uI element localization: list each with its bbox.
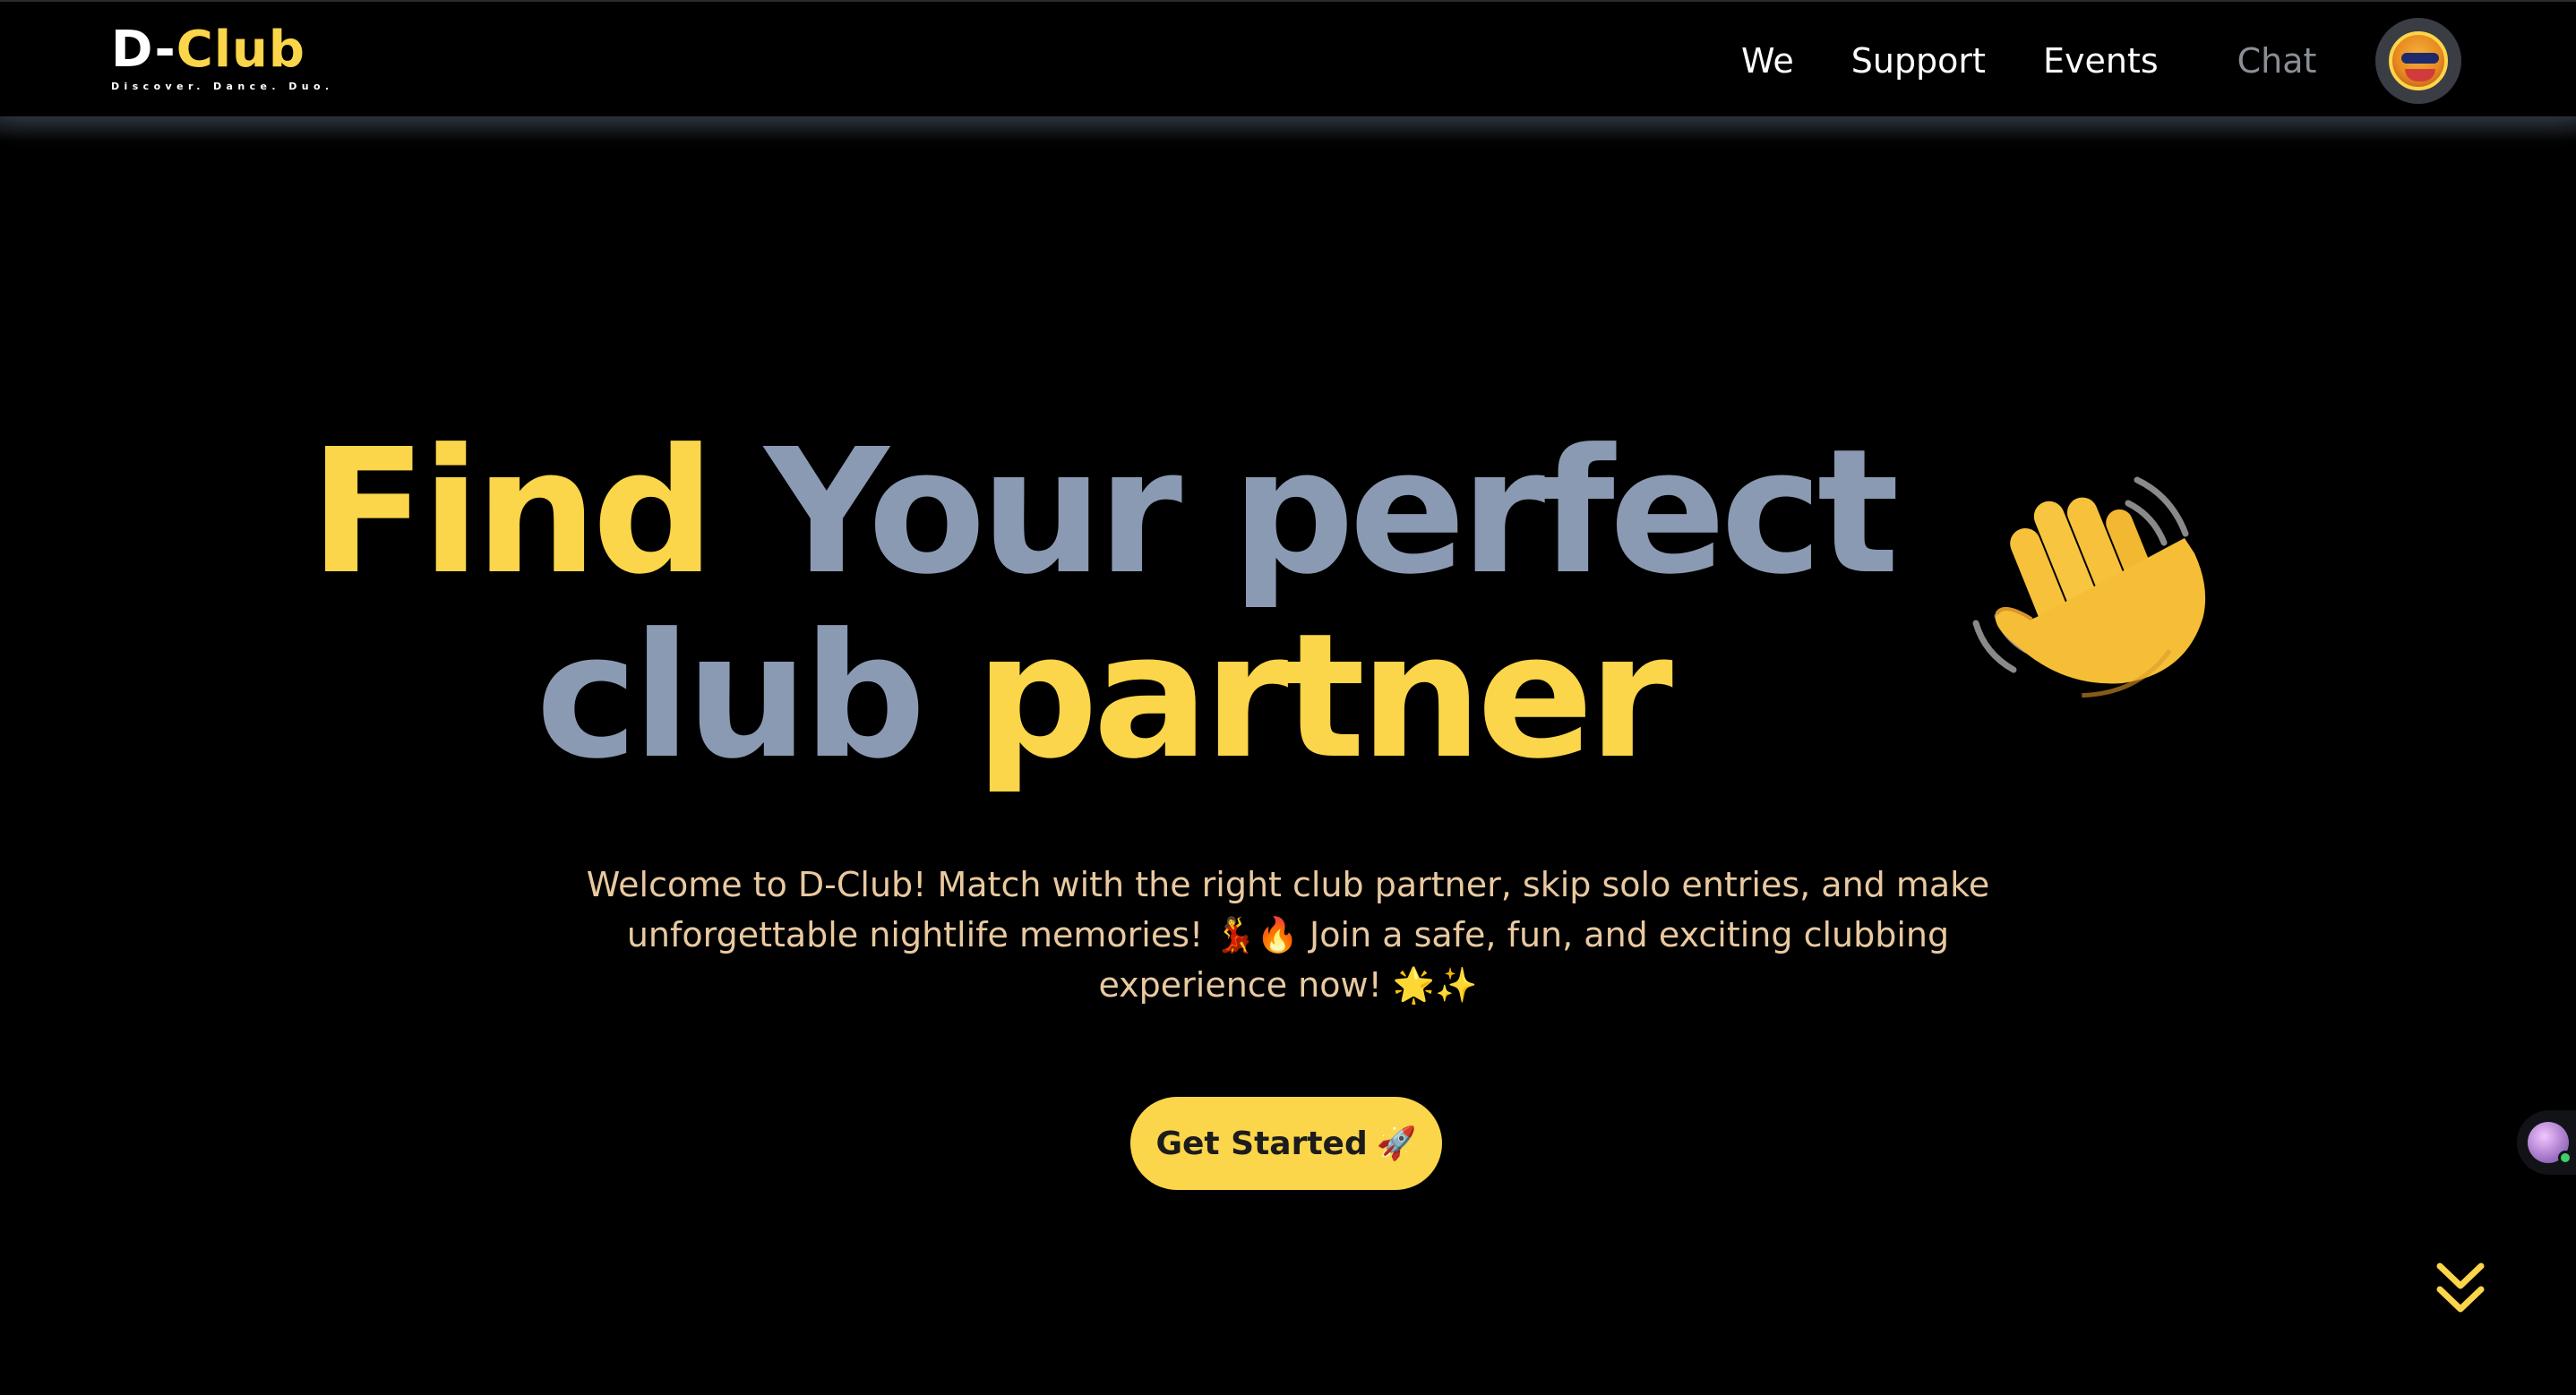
logo-suffix: Club xyxy=(176,21,306,79)
user-avatar-icon xyxy=(2389,31,2448,90)
assistant-chat-widget[interactable] xyxy=(2517,1110,2576,1175)
hero-word-your-perfect: Your perfect xyxy=(764,413,1899,612)
logo-tagline: Discover. Dance. Duo. xyxy=(111,81,334,92)
hero-word-partner: partner xyxy=(975,597,1673,797)
nav-link-we[interactable]: We xyxy=(1741,36,1794,86)
nav-link-support[interactable]: Support xyxy=(1851,36,1986,86)
online-status-dot xyxy=(2558,1151,2572,1165)
user-avatar-button[interactable] xyxy=(2375,18,2461,104)
hero-heading-line-1: Find Your perfect xyxy=(269,421,1935,605)
hero-description: Welcome to D-Club! Match with the right … xyxy=(586,865,1990,1005)
landing-page: D-Club Discover. Dance. Duo. We Support … xyxy=(0,0,2576,1395)
hero-word-club: club xyxy=(536,597,926,797)
get-started-label: Get Started xyxy=(1155,1125,1368,1162)
assistant-avatar-icon xyxy=(2528,1122,2572,1165)
brand-logo[interactable]: D-Club Discover. Dance. Duo. xyxy=(111,23,334,93)
chevron-double-down-icon[interactable] xyxy=(2436,1262,2485,1314)
nav-link-events[interactable]: Events xyxy=(2043,36,2159,86)
hero-heading-line-2: club partner xyxy=(269,605,1935,790)
top-navbar: D-Club Discover. Dance. Duo. We Support … xyxy=(0,0,2576,141)
waving-hand-icon xyxy=(1972,476,2206,698)
nav-link-chat[interactable]: Chat xyxy=(2237,36,2317,86)
rocket-icon: 🚀 xyxy=(1376,1125,1417,1162)
logo-prefix: D- xyxy=(111,21,176,79)
logo-wordmark: D-Club xyxy=(111,23,334,77)
hero-word-find: Find xyxy=(309,413,715,612)
get-started-button[interactable]: Get Started 🚀 xyxy=(1130,1097,1442,1190)
nav-menu: We Support Events Chat xyxy=(1741,36,2316,86)
